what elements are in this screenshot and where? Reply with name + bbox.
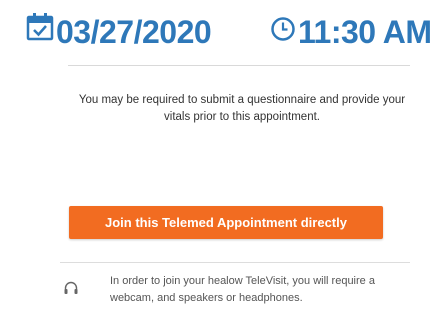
footer-divider — [60, 262, 410, 263]
join-telemed-button[interactable]: Join this Telemed Appointment directly — [69, 206, 383, 239]
header-divider — [68, 65, 410, 66]
clock-icon — [270, 16, 296, 42]
headphones-icon — [63, 280, 79, 296]
appointment-header: 03/27/2020 11:30 AM — [24, 8, 432, 54]
calendar-check-icon — [26, 12, 56, 42]
device-requirements: In order to join your healow TeleVisit, … — [110, 275, 375, 304]
questionnaire-notice: You may be required to submit a question… — [78, 94, 406, 123]
appointment-date: 03/27/2020 — [56, 14, 212, 50]
appointment-time: 11:30 AM — [298, 14, 432, 50]
